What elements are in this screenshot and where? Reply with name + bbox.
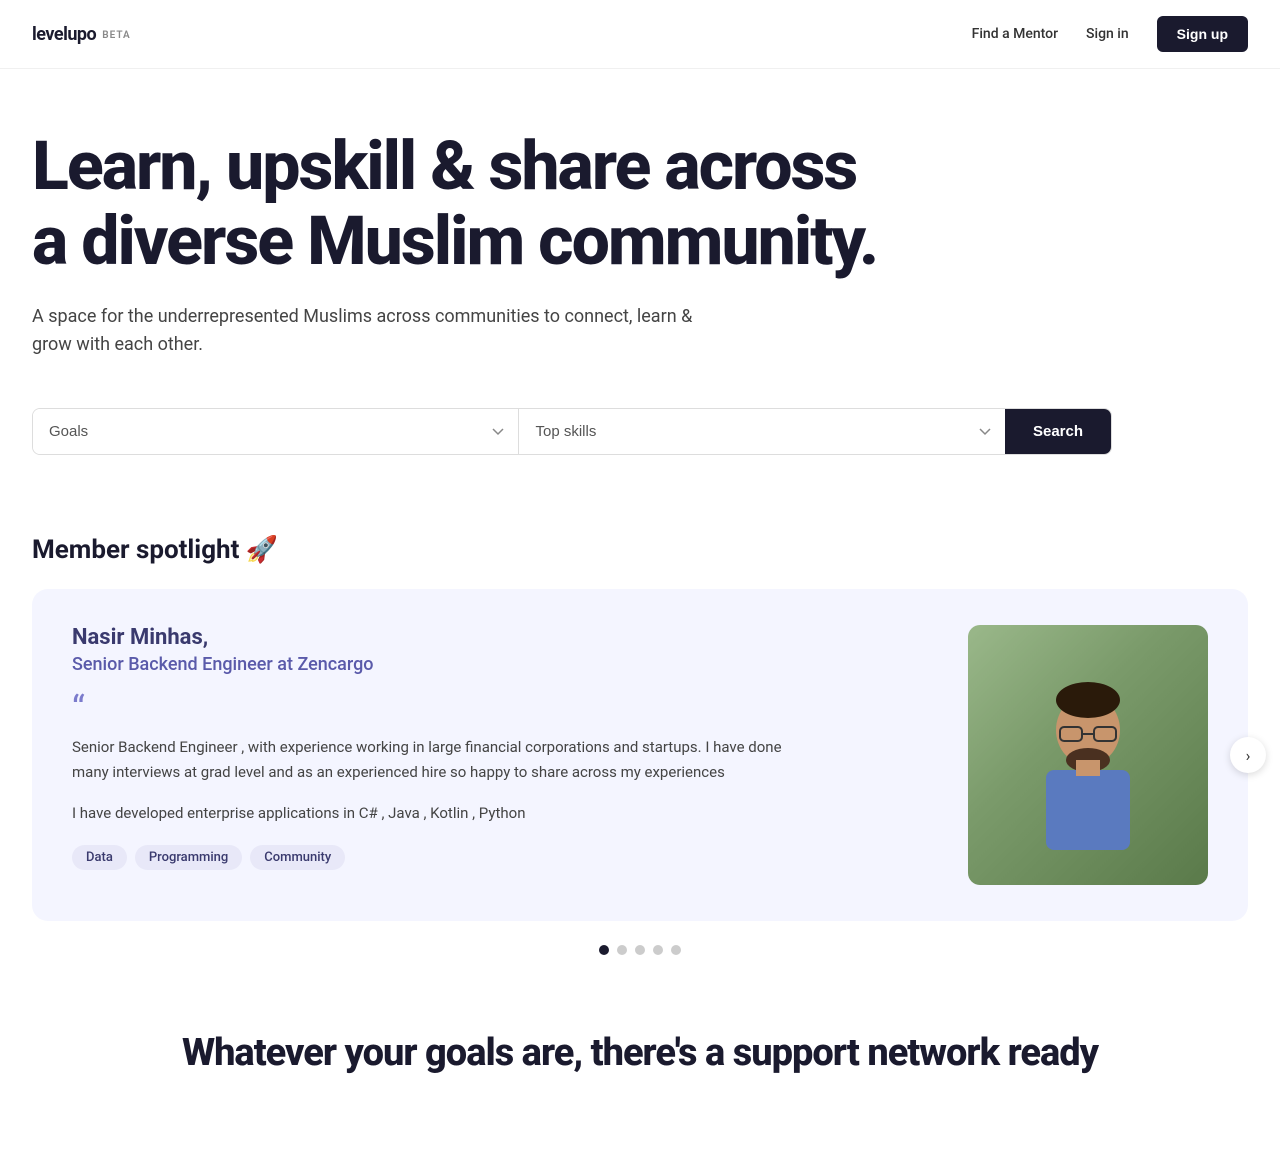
dot-2[interactable] [617, 945, 627, 955]
hero-subtext: A space for the underrepresented Muslims… [32, 303, 732, 361]
tags-container: Data Programming Community [72, 845, 792, 870]
spotlight-photo [968, 625, 1208, 885]
photo-placeholder [968, 625, 1208, 885]
spotlight-name: Nasir Minhas, [72, 625, 792, 650]
search-button[interactable]: Search [1005, 409, 1111, 454]
dot-5[interactable] [671, 945, 681, 955]
find-mentor-link[interactable]: Find a Mentor [972, 26, 1058, 42]
logo-beta: BETA [102, 30, 130, 41]
tag-community: Community [250, 845, 345, 870]
spotlight-heading: Member spotlight 🚀 [32, 535, 1248, 565]
spotlight-content: Nasir Minhas, Senior Backend Engineer at… [72, 625, 792, 870]
nav-links: Find a Mentor Sign in Sign up [972, 16, 1248, 52]
hero-heading: Learn, upskill & share across a diverse … [32, 129, 932, 279]
hero-section: Learn, upskill & share across a diverse … [0, 69, 1280, 495]
spotlight-title: Senior Backend Engineer at Zencargo [72, 654, 792, 675]
next-arrow-button[interactable]: › [1230, 737, 1266, 773]
search-bar: Goals Top skills Search [32, 408, 1112, 455]
dot-4[interactable] [653, 945, 663, 955]
spotlight-card: Nasir Minhas, Senior Backend Engineer at… [32, 589, 1248, 921]
spotlight-bio: Senior Backend Engineer , with experienc… [72, 735, 792, 785]
signin-link[interactable]: Sign in [1086, 26, 1129, 42]
bottom-heading: Whatever your goals are, there's a suppo… [32, 1031, 1248, 1075]
quote-mark: “ [72, 691, 792, 727]
skills-select[interactable]: Top skills [519, 409, 1004, 454]
signup-button[interactable]: Sign up [1157, 16, 1248, 52]
dot-3[interactable] [635, 945, 645, 955]
hero-heading-line2: a diverse Muslim community. [32, 201, 877, 281]
navbar: levelupo BETA Find a Mentor Sign in Sign… [0, 0, 1280, 69]
tag-data: Data [72, 845, 127, 870]
spotlight-skills: I have developed enterprise applications… [72, 801, 792, 826]
logo[interactable]: levelupo BETA [32, 24, 131, 45]
tag-programming: Programming [135, 845, 242, 870]
person-svg [1018, 675, 1158, 875]
logo-text: levelupo [32, 24, 96, 45]
carousel-dots [32, 921, 1248, 971]
bottom-section: Whatever your goals are, there's a suppo… [0, 991, 1280, 1115]
dot-1[interactable] [599, 945, 609, 955]
spotlight-section: Member spotlight 🚀 Nasir Minhas, Senior … [0, 495, 1280, 991]
goals-select[interactable]: Goals [33, 409, 519, 454]
hero-heading-line1: Learn, upskill & share across [32, 126, 856, 206]
